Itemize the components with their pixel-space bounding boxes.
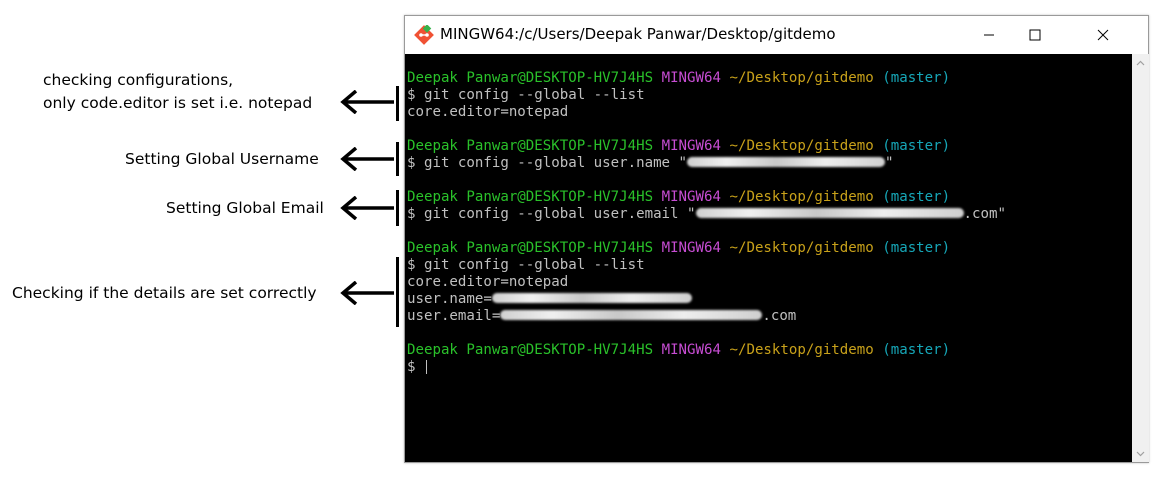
scroll-down-button[interactable] [1132,445,1149,462]
redacted-username [687,156,886,167]
cwd-path: ~/Desktop/gitdemo [729,342,874,358]
prompt-line: Deepak Panwar@DESKTOP-HV7J4HS MINGW64 ~/… [407,240,1132,257]
minimize-icon [984,34,994,36]
command-text: $ git config --global user.name " [407,155,688,171]
input-line[interactable]: $ [407,359,1132,376]
shell-name: MINGW64 [661,70,721,86]
redacted-email [500,309,763,320]
close-button[interactable] [1058,16,1148,54]
minimize-button[interactable] [966,16,1012,54]
output-text: .com [762,308,797,324]
chevron-up-icon [1136,60,1145,65]
output-line: core.editor=notepad [407,274,569,290]
command-text: .com" [963,206,1006,222]
command-line: $ git config --global --list [407,87,645,103]
user-host: Deepak Panwar@DESKTOP-HV7J4HS [407,70,654,86]
prompt-symbol: $ [407,359,416,375]
command-line: $ git config --global user.email " .com" [407,206,1132,223]
prompt-line: Deepak Panwar@DESKTOP-HV7J4HS MINGW64 ~/… [407,138,1132,155]
annotation-config-check-line1: checking configurations, [43,71,234,89]
shell-name: MINGW64 [661,342,721,358]
bracket-bar [396,86,399,121]
shell-name: MINGW64 [661,138,721,154]
text-cursor [426,360,427,374]
arrow-left-icon [340,281,394,305]
prompt-line: Deepak Panwar@DESKTOP-HV7J4HS MINGW64 ~/… [407,342,1132,359]
maximize-button[interactable] [1012,16,1058,54]
annotation-set-username: Setting Global Username [125,150,319,168]
user-host: Deepak Panwar@DESKTOP-HV7J4HS [407,240,654,256]
output-line: core.editor=notepad [407,104,569,120]
command-text: $ git config --global user.email " [407,206,696,222]
shell-name: MINGW64 [661,240,721,256]
bracket-bar [396,190,399,226]
output-line: user.email= .com [407,308,1132,325]
cwd-path: ~/Desktop/gitdemo [729,189,874,205]
redacted-username [491,292,692,303]
terminal-window: MINGW64:/c/Users/Deepak Panwar/Desktop/g… [404,15,1149,463]
output-line: user.name= [407,291,1132,308]
prompt-line: Deepak Panwar@DESKTOP-HV7J4HS MINGW64 ~/… [407,70,1132,87]
close-icon [1097,29,1109,41]
arrow-left-icon [340,90,394,114]
terminal-output[interactable]: Deepak Panwar@DESKTOP-HV7J4HS MINGW64 ~/… [405,54,1132,462]
git-branch: (master) [882,138,951,154]
vertical-scrollbar[interactable] [1132,54,1149,462]
git-logo-icon [414,25,434,45]
command-line: $ git config --global --list [407,257,645,273]
git-branch: (master) [882,342,951,358]
user-host: Deepak Panwar@DESKTOP-HV7J4HS [407,189,654,205]
cwd-path: ~/Desktop/gitdemo [729,70,874,86]
redacted-email [695,207,964,218]
output-text: user.email= [407,308,501,324]
annotation-config-check-line2: only code.editor is set i.e. notepad [43,94,313,112]
arrow-left-icon [340,196,394,220]
chevron-down-icon [1136,451,1145,456]
bracket-bar [396,257,399,327]
bracket-bar [396,142,399,176]
user-host: Deepak Panwar@DESKTOP-HV7J4HS [407,138,654,154]
git-branch: (master) [882,240,951,256]
git-branch: (master) [882,70,951,86]
shell-name: MINGW64 [661,189,721,205]
scroll-up-button[interactable] [1132,54,1149,71]
annotation-check-details: Checking if the details are set correctl… [12,284,317,302]
arrow-left-icon [340,147,394,171]
maximize-icon [1029,29,1041,41]
window-title: MINGW64:/c/Users/Deepak Panwar/Desktop/g… [440,25,836,43]
title-bar[interactable]: MINGW64:/c/Users/Deepak Panwar/Desktop/g… [405,16,1148,54]
prompt-line: Deepak Panwar@DESKTOP-HV7J4HS MINGW64 ~/… [407,189,1132,206]
output-text: user.name= [407,291,492,307]
annotation-config-check: checking configurations, only code.edito… [43,69,312,115]
command-line: $ git config --global user.name " " [407,155,1132,172]
git-branch: (master) [882,189,951,205]
annotation-set-email: Setting Global Email [166,199,324,217]
user-host: Deepak Panwar@DESKTOP-HV7J4HS [407,342,654,358]
cwd-path: ~/Desktop/gitdemo [729,138,874,154]
cwd-path: ~/Desktop/gitdemo [729,240,874,256]
command-text: " [885,155,894,171]
